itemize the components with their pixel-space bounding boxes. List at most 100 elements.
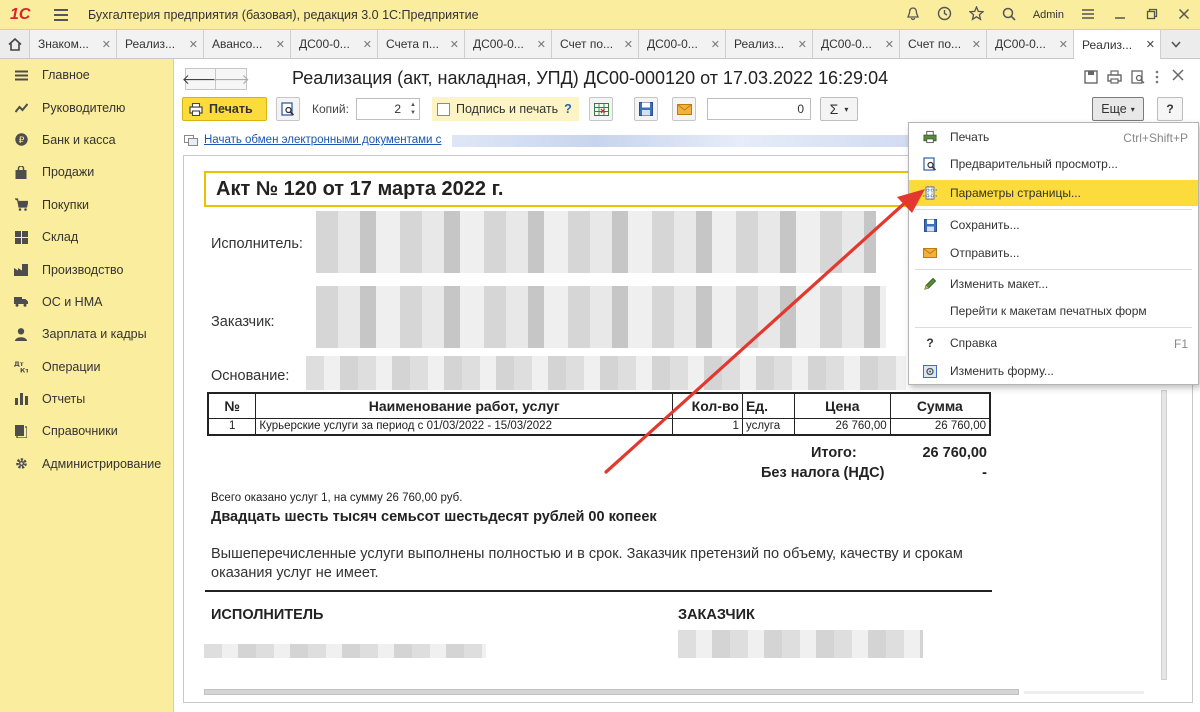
- close-tab-icon[interactable]: ✕: [102, 38, 111, 51]
- main-menu-icon[interactable]: [54, 8, 68, 21]
- copies-stepper[interactable]: ▲ ▼: [410, 101, 416, 117]
- close-form-icon[interactable]: [1172, 68, 1184, 86]
- menu-item-send[interactable]: Отправить...: [909, 240, 1198, 266]
- close-tab-icon[interactable]: ✕: [450, 38, 459, 51]
- sidebar-item-label: Производство: [42, 262, 124, 277]
- tab-window[interactable]: ДС00-0... ✕: [813, 30, 900, 58]
- sidebar-item-catalogs[interactable]: Справочники: [0, 415, 173, 447]
- close-tab-icon[interactable]: ✕: [624, 38, 633, 51]
- vat-label: Без налога (НДС): [761, 465, 885, 481]
- find-in-form-icon[interactable]: [1131, 70, 1145, 87]
- tab-window[interactable]: Авансо... ✕: [204, 30, 291, 58]
- tab-window[interactable]: ДС00-0... ✕: [291, 30, 378, 58]
- save-file-button[interactable]: [634, 97, 658, 121]
- menu-item-help[interactable]: ? Справка F1: [909, 330, 1198, 356]
- app-title: Бухгалтерия предприятия (базовая), редак…: [88, 7, 479, 22]
- dt-kt-icon: Дт Кт: [14, 360, 28, 374]
- vertical-scrollbar[interactable]: [1157, 390, 1171, 690]
- menu-item-preview[interactable]: Предварительный просмотр...: [909, 151, 1198, 177]
- sign-and-print-toggle[interactable]: Подпись и печать ?: [432, 97, 579, 121]
- tab-window[interactable]: Знаком... ✕: [30, 30, 117, 58]
- sidebar-item-production[interactable]: Производство: [0, 253, 173, 285]
- sidebar-item-assets[interactable]: ОС и НМА: [0, 286, 173, 318]
- sidebar-item-director[interactable]: Руководителю: [0, 91, 173, 123]
- menu-item-page-settings[interactable]: Параметры страницы...: [909, 180, 1198, 206]
- home-icon[interactable]: [0, 30, 30, 58]
- copies-input[interactable]: 2 ▲ ▼: [356, 98, 420, 120]
- more-actions-button[interactable]: Еще ▾: [1092, 97, 1144, 121]
- sidebar-item-sales[interactable]: Продажи: [0, 156, 173, 188]
- tabs-dropdown-icon[interactable]: [1161, 30, 1191, 58]
- tab-window[interactable]: Счет по... ✕: [900, 30, 987, 58]
- horizontal-scrollbar[interactable]: [204, 689, 1154, 697]
- save-form-icon[interactable]: [1084, 70, 1098, 87]
- close-tab-icon[interactable]: ✕: [885, 38, 894, 51]
- menu-item-save[interactable]: Сохранить...: [909, 212, 1198, 238]
- sidebar-item-main[interactable]: Главное: [0, 59, 173, 91]
- forward-button[interactable]: 🡒: [212, 68, 250, 90]
- sum-field[interactable]: 0: [707, 98, 811, 120]
- tab-window[interactable]: Счет по... ✕: [552, 30, 639, 58]
- basis-label: Основание:: [211, 368, 290, 384]
- table-header-row: № Наименование работ, услуг Кол-во Ед. Ц…: [207, 392, 991, 419]
- close-tab-icon[interactable]: ✕: [972, 38, 981, 51]
- spreadsheet-button[interactable]: [589, 97, 613, 121]
- settings-menu-icon[interactable]: [1072, 7, 1104, 23]
- close-tab-icon[interactable]: ✕: [189, 38, 198, 51]
- menu-item-edit-layout[interactable]: Изменить макет...: [909, 271, 1198, 297]
- sidebar-item-salary[interactable]: Зарплата и кадры: [0, 318, 173, 350]
- col-header: Сумма: [889, 392, 991, 419]
- tab-window[interactable]: Реализ... ✕: [117, 30, 204, 58]
- sidebar-item-warehouse[interactable]: Склад: [0, 221, 173, 253]
- close-window-icon[interactable]: [1168, 7, 1200, 23]
- sidebar-item-administration[interactable]: Администрирование: [0, 448, 173, 480]
- sidebar-item-bank[interactable]: ₽ Банк и касса: [0, 124, 173, 156]
- sign-help-icon[interactable]: ?: [564, 102, 572, 116]
- sidebar-item-reports[interactable]: Отчеты: [0, 383, 173, 415]
- sidebar-item-operations[interactable]: Дт Кт Операции: [0, 351, 173, 383]
- sidebar-item-label: Справочники: [42, 424, 118, 439]
- tab-window[interactable]: ДС00-0... ✕: [639, 30, 726, 58]
- envelope-icon: [676, 103, 692, 115]
- restore-icon[interactable]: [1136, 7, 1168, 23]
- user-name[interactable]: Admin: [1033, 9, 1064, 21]
- tab-window[interactable]: Реализ... ✕: [726, 30, 813, 58]
- close-tab-icon[interactable]: ✕: [711, 38, 720, 51]
- total-value: 26 760,00: [922, 445, 987, 461]
- menu-item-go-to-layouts[interactable]: Перейти к макетам печатных форм: [909, 298, 1198, 324]
- close-tab-icon[interactable]: ✕: [363, 38, 372, 51]
- printer-icon: [923, 130, 937, 144]
- preview-button[interactable]: [276, 97, 300, 121]
- close-tab-icon[interactable]: ✕: [798, 38, 807, 51]
- sidebar-item-label: ОС и НМА: [42, 294, 103, 309]
- sidebar-item-label: Руководителю: [42, 100, 126, 115]
- menu-item-print[interactable]: Печать Ctrl+Shift+P: [909, 124, 1198, 150]
- close-tab-icon[interactable]: ✕: [276, 38, 285, 51]
- print-form-icon[interactable]: [1107, 70, 1122, 87]
- sum-mode-dropdown[interactable]: Σ ▾: [820, 97, 858, 121]
- minimize-icon[interactable]: [1104, 7, 1136, 23]
- sign-and-print-checkbox[interactable]: [437, 102, 450, 116]
- tab-window-active[interactable]: Реализ... ✕: [1074, 30, 1161, 59]
- bell-icon[interactable]: [897, 6, 929, 24]
- table-row: 1 Курьерские услуги за период с 01/03/20…: [207, 417, 991, 436]
- help-button[interactable]: ?: [1157, 97, 1183, 121]
- close-tab-icon[interactable]: ✕: [537, 38, 546, 51]
- basis-details-redacted: [306, 356, 906, 390]
- search-icon[interactable]: [993, 7, 1025, 24]
- close-tab-icon[interactable]: ✕: [1146, 38, 1155, 51]
- history-icon[interactable]: [929, 6, 961, 24]
- tab-window[interactable]: ДС00-0... ✕: [465, 30, 552, 58]
- send-email-button[interactable]: [672, 97, 696, 121]
- favorites-star-icon[interactable]: [961, 5, 993, 24]
- more-vertical-icon[interactable]: [1154, 70, 1160, 87]
- start-edo-link[interactable]: Начать обмен электронными документами с: [204, 134, 441, 146]
- close-tab-icon[interactable]: ✕: [1059, 38, 1068, 51]
- tab-window[interactable]: ДС00-0... ✕: [987, 30, 1074, 58]
- menu-item-edit-form[interactable]: Изменить форму...: [909, 358, 1198, 384]
- tab-window[interactable]: Счета п... ✕: [378, 30, 465, 58]
- print-button[interactable]: Печать: [182, 97, 267, 121]
- sidebar-item-label: Покупки: [42, 197, 90, 212]
- chart-icon: [14, 101, 28, 115]
- sidebar-item-purchases[interactable]: Покупки: [0, 189, 173, 221]
